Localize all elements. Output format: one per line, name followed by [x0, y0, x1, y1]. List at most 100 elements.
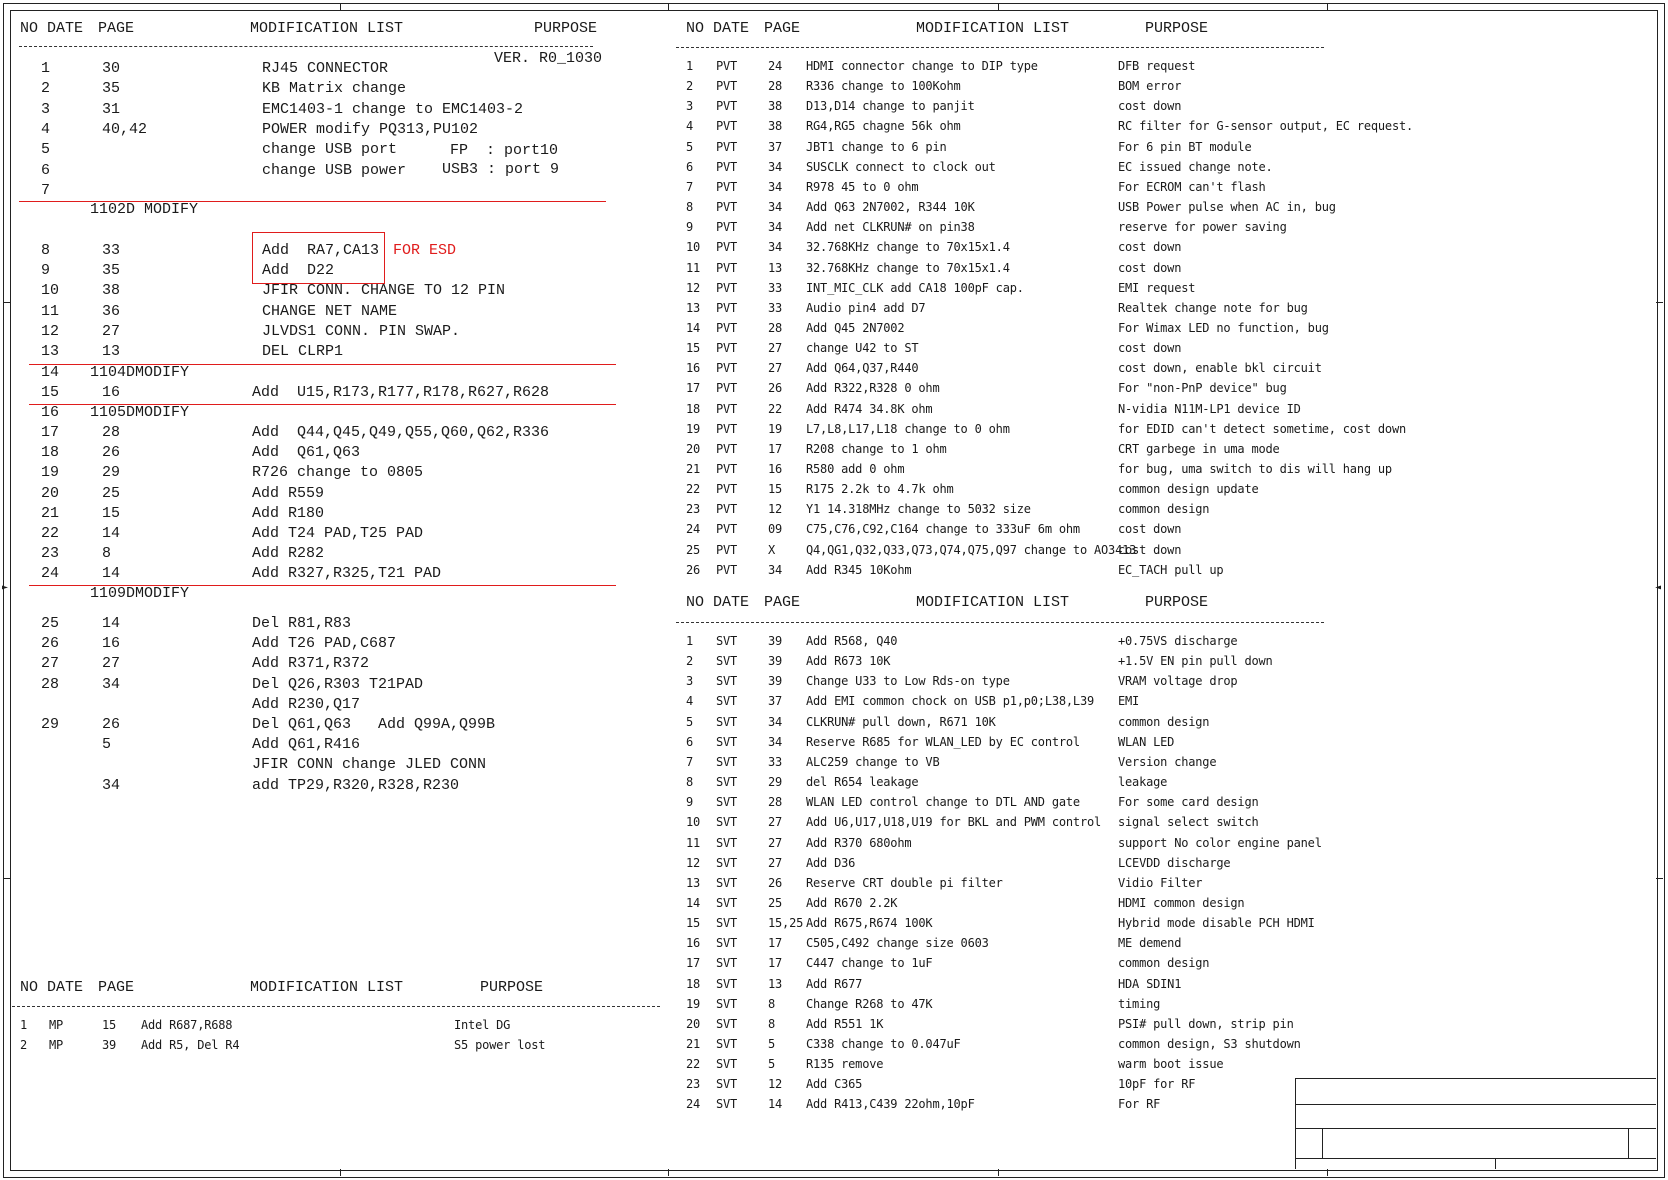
header-modification-list: MODIFICATION LIST: [250, 20, 404, 37]
zone-tick: [1656, 878, 1663, 879]
row-page: 15,25: [768, 916, 804, 931]
row-modification: Add Q61,R416: [252, 736, 361, 754]
row-stage: SVT: [716, 936, 738, 951]
row-page: 26: [768, 381, 783, 396]
row-page: 24: [768, 59, 783, 73]
row-stage: PVT: [716, 562, 738, 577]
header-no-date: NO DATE: [20, 979, 84, 996]
row-modification: Add C365: [806, 1077, 863, 1092]
row-number: 1: [20, 1018, 28, 1032]
row-page: 16: [102, 384, 121, 401]
row-modification: RG4,RG5 chagne 56k ohm: [806, 119, 961, 134]
row-modification: Add R675,R674 100K: [806, 916, 933, 931]
row-modification: Y1 14.318MHz change to 5032 size: [806, 502, 1031, 517]
row-number: 19: [686, 421, 701, 436]
row-number: 11: [686, 835, 701, 850]
row-modification: Reserve CRT double pi filter: [806, 875, 1003, 890]
row-purpose: USB Power pulse when AC in, bug: [1118, 200, 1336, 215]
row-number: 9: [686, 795, 694, 810]
row-modification: ALC259 change to VB: [806, 754, 940, 769]
section-1109d-label: 1109DMODIFY: [90, 585, 190, 602]
row-stage: SVT: [716, 795, 738, 810]
row-stage: PVT: [716, 139, 738, 154]
header-divider: [12, 1006, 660, 1007]
row-page: 14: [768, 1097, 783, 1112]
row-number: 5: [686, 714, 694, 729]
row-number: 20: [41, 484, 60, 502]
row-number: 19: [686, 996, 701, 1011]
row-purpose: Version change: [1118, 754, 1217, 769]
row-number: 18: [41, 444, 60, 462]
usb-note-usb3: USB3 : port 9: [442, 161, 560, 178]
row-purpose: For 6 pin BT module: [1118, 139, 1252, 154]
row-page: 27: [768, 341, 783, 356]
row-modification: Add R345 10Kohm: [806, 562, 912, 577]
row-number: 2: [686, 654, 694, 669]
header-modification-list: MODIFICATION LIST: [250, 979, 404, 996]
row-modification: Add net CLKRUN# on pin38: [806, 220, 975, 235]
zone-tick: [1656, 302, 1663, 303]
row-number: 14: [41, 364, 60, 381]
row-modification: JFIR CONN. CHANGE TO 12 PIN: [262, 282, 506, 300]
row-number: 18: [686, 401, 701, 416]
row-page: 34: [768, 562, 783, 577]
row-number: 21: [686, 1037, 701, 1051]
row-number: 15: [41, 384, 60, 401]
header-page: PAGE: [764, 594, 801, 611]
row-stage: PVT: [716, 300, 738, 315]
row-page: 34: [768, 714, 783, 729]
row-page: 15: [768, 482, 783, 497]
header-divider: [19, 46, 593, 47]
row-purpose: cost down: [1118, 542, 1182, 557]
row-page: 33: [768, 754, 783, 769]
row-modification: C447 change to 1uF: [806, 956, 933, 971]
row-modification: Add R180: [252, 504, 325, 522]
row-modification: HDMI connector change to DIP type: [806, 59, 1038, 73]
row-modification: change USB power: [262, 161, 407, 179]
row-number: 26: [41, 635, 60, 653]
zone-arrow-right: ◄: [1655, 582, 1662, 593]
row-page: 12: [768, 502, 783, 517]
row-purpose: N-vidia N11M-LP1 device ID: [1118, 401, 1301, 416]
row-modification: Add Q63 2N7002, R344 10K: [806, 200, 975, 215]
header-purpose: PURPOSE: [480, 979, 544, 996]
row-modification: 32.768KHz change to 70x15x1.4: [806, 260, 1010, 275]
header-purpose: PURPOSE: [1145, 20, 1209, 37]
row-stage: SVT: [716, 1077, 738, 1092]
row-page: 37: [768, 694, 783, 709]
row-modification: WLAN LED control change to DTL AND gate: [806, 795, 1080, 810]
row-stage: PVT: [716, 381, 738, 396]
row-number: 5: [686, 139, 694, 154]
header-divider: [676, 47, 1324, 48]
row-purpose: reserve for power saving: [1118, 220, 1287, 235]
row-number: 24: [686, 522, 701, 537]
zone-arrow-left: ►: [2, 582, 9, 593]
row-modification: change U42 to ST: [806, 341, 919, 356]
row-modification: JLVDS1 CONN. PIN SWAP.: [262, 322, 461, 340]
row-purpose: 10pF for RF: [1118, 1077, 1196, 1092]
section-1105d-label: 1105DMODIFY: [90, 404, 190, 421]
row-number: 23: [686, 1077, 701, 1092]
row-page: 13: [768, 976, 783, 991]
row-page: 38: [102, 282, 121, 300]
row-number: 10: [686, 815, 701, 830]
row-purpose: For "non-PnP device" bug: [1118, 381, 1287, 396]
row-page: 16: [102, 635, 121, 653]
row-stage: SVT: [716, 916, 738, 931]
row-purpose: Vidio Filter: [1118, 875, 1203, 890]
row-number: 7: [41, 181, 51, 199]
row-page: 17: [768, 936, 783, 951]
row-page: 34: [768, 220, 783, 235]
row-page: 13: [768, 260, 783, 275]
row-modification: Add R327,R325,T21 PAD: [252, 565, 442, 583]
row-purpose: HDMI common design: [1118, 895, 1245, 910]
row-modification: POWER modify PQ313,PU102: [262, 120, 479, 138]
row-page: 15: [102, 504, 121, 522]
row-purpose: common design: [1118, 714, 1210, 729]
schematic-sheet: ► ◄ NO DATE PAGE MODIFICATION LIST PURPO…: [0, 0, 1668, 1180]
row-stage: SVT: [716, 1097, 738, 1112]
row-modification: Del Q61,Q63 Add Q99A,Q99B: [252, 716, 496, 733]
row-stage: SVT: [716, 634, 738, 648]
row-number: 10: [41, 282, 60, 300]
row-number: 1: [41, 60, 51, 77]
